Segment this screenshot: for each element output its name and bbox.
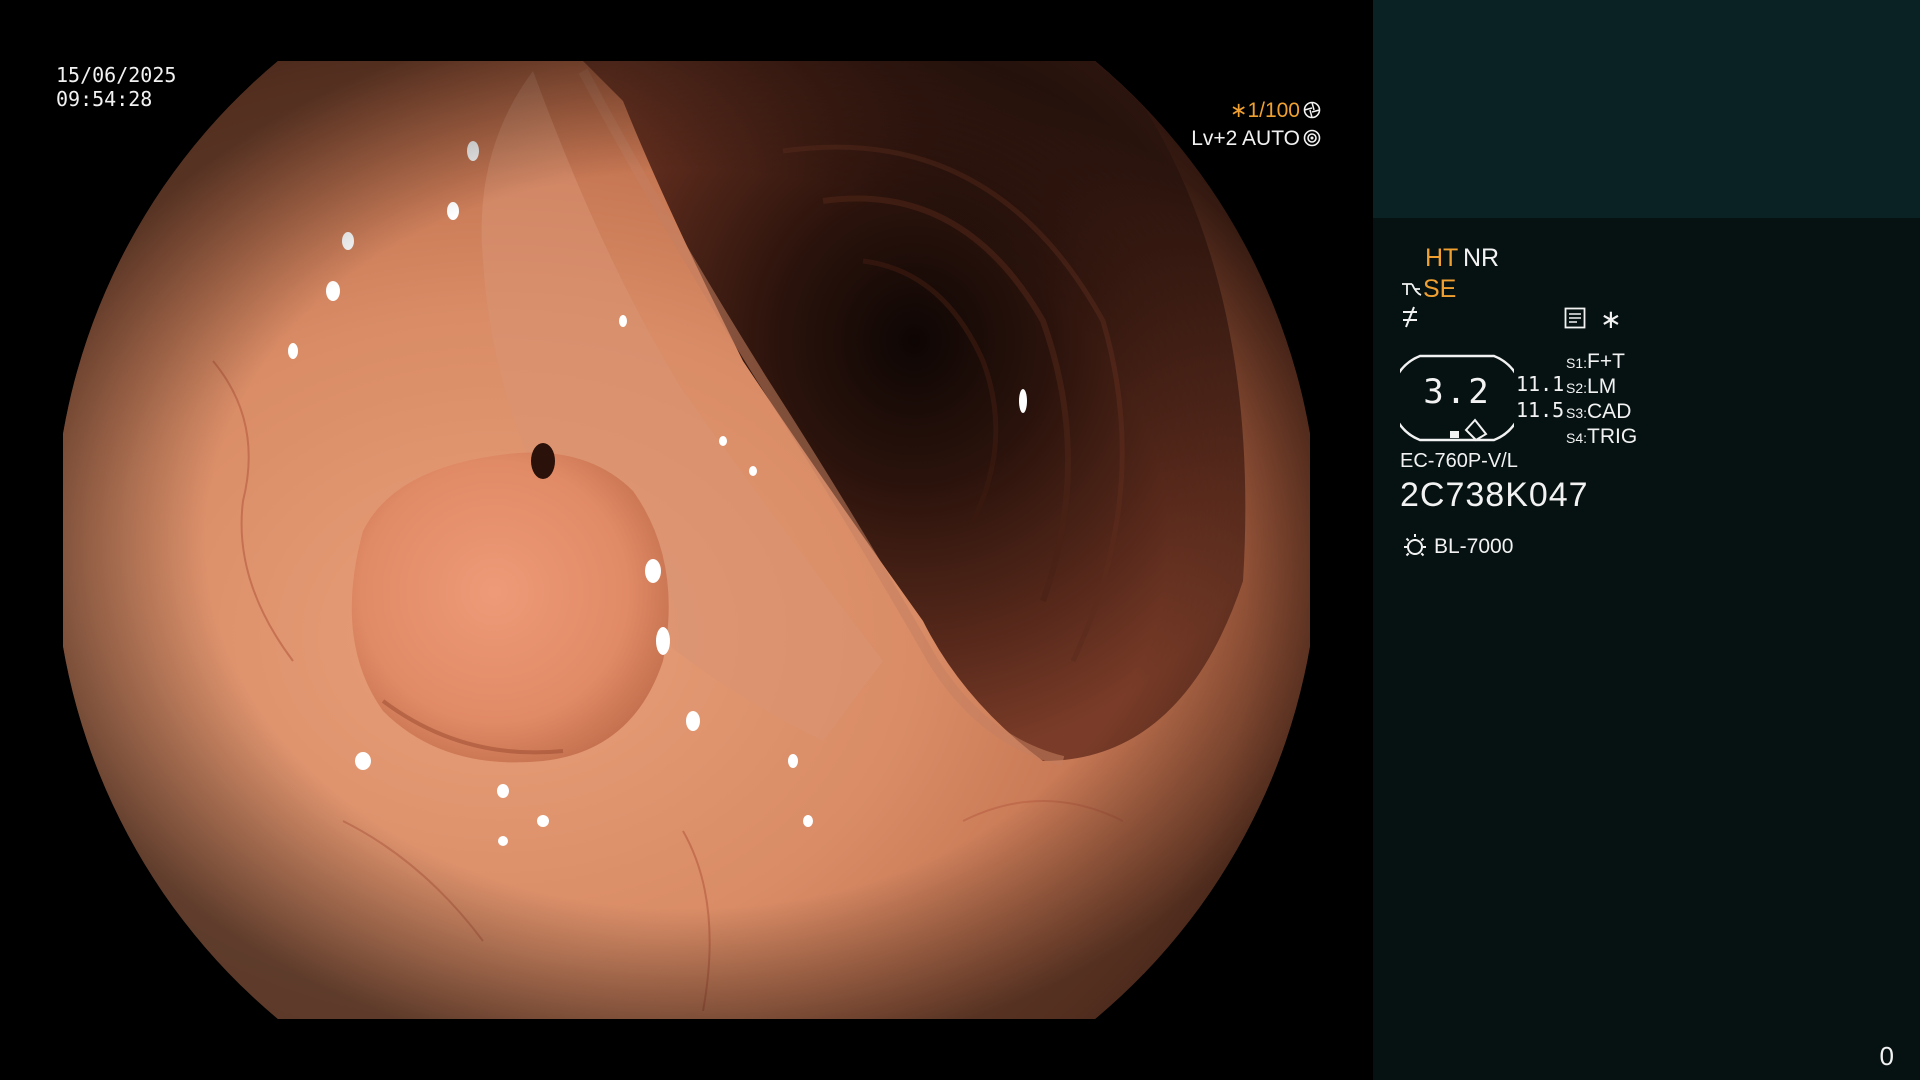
switch-s4: S4:TRIG bbox=[1566, 425, 1637, 449]
endoscopy-screen: 15/06/2025 09:54:28 ∗1/100 Lv+2 AUTO HT … bbox=[0, 0, 1920, 1080]
switch-s1: S1:F+T bbox=[1566, 350, 1625, 374]
aperture-icon bbox=[1303, 101, 1321, 119]
datetime-readout: 15/06/2025 09:54:28 bbox=[56, 63, 176, 111]
shutter-readout: ∗1/100 bbox=[1230, 99, 1321, 123]
scope-serial: 2C738K047 bbox=[1400, 476, 1589, 514]
shutter-text: ∗1/100 bbox=[1229, 99, 1300, 122]
memo-icon bbox=[1564, 307, 1586, 329]
dial-number-upper: 11.1 bbox=[1516, 372, 1565, 396]
light-source-label: BL-7000 bbox=[1434, 535, 1514, 558]
switch-s2: S2:LM bbox=[1566, 375, 1616, 399]
structure-enhance-row: SE bbox=[1400, 275, 1456, 304]
iris-readout: Lv+2 AUTO bbox=[1191, 127, 1321, 151]
iris-text: Lv+2 AUTO bbox=[1191, 127, 1300, 150]
endoscope-view: 15/06/2025 09:54:28 ∗1/100 Lv+2 AUTO bbox=[0, 0, 1373, 1080]
switch-value: TRIG bbox=[1587, 425, 1638, 448]
switch-value: CAD bbox=[1587, 400, 1632, 423]
star-mark: ∗ bbox=[1600, 304, 1622, 334]
scope-model: EC-760P-V/L bbox=[1400, 450, 1518, 472]
patient-info-box bbox=[1373, 0, 1920, 218]
switch-key: S2: bbox=[1566, 380, 1588, 396]
light-source-icon bbox=[1404, 534, 1426, 557]
se-label: SE bbox=[1423, 275, 1457, 303]
switch-key: S3: bbox=[1566, 405, 1588, 421]
switch-key: S1: bbox=[1566, 355, 1588, 371]
structure-enhance-icon bbox=[1402, 283, 1422, 296]
light-source-row: BL-7000 bbox=[1400, 531, 1513, 561]
image-counter: 0 bbox=[1879, 1041, 1894, 1071]
nr-mode-label: NR bbox=[1463, 244, 1500, 272]
dial-number-lower: 11.5 bbox=[1516, 398, 1565, 422]
dial-value: 3.2 bbox=[1423, 372, 1491, 412]
date-text: 15/06/2025 bbox=[56, 63, 177, 87]
switch-value: F+T bbox=[1587, 350, 1625, 373]
time-text: 09:54:28 bbox=[56, 87, 153, 111]
switch-s3: S3:CAD bbox=[1566, 400, 1631, 424]
ht-mode-label: HT bbox=[1425, 244, 1459, 272]
endoscopic-image bbox=[63, 61, 1310, 1019]
freeze-icon bbox=[1403, 306, 1417, 328]
iris-icon bbox=[1303, 129, 1321, 147]
switch-value: LM bbox=[1587, 375, 1617, 398]
switch-key: S4: bbox=[1566, 430, 1588, 446]
